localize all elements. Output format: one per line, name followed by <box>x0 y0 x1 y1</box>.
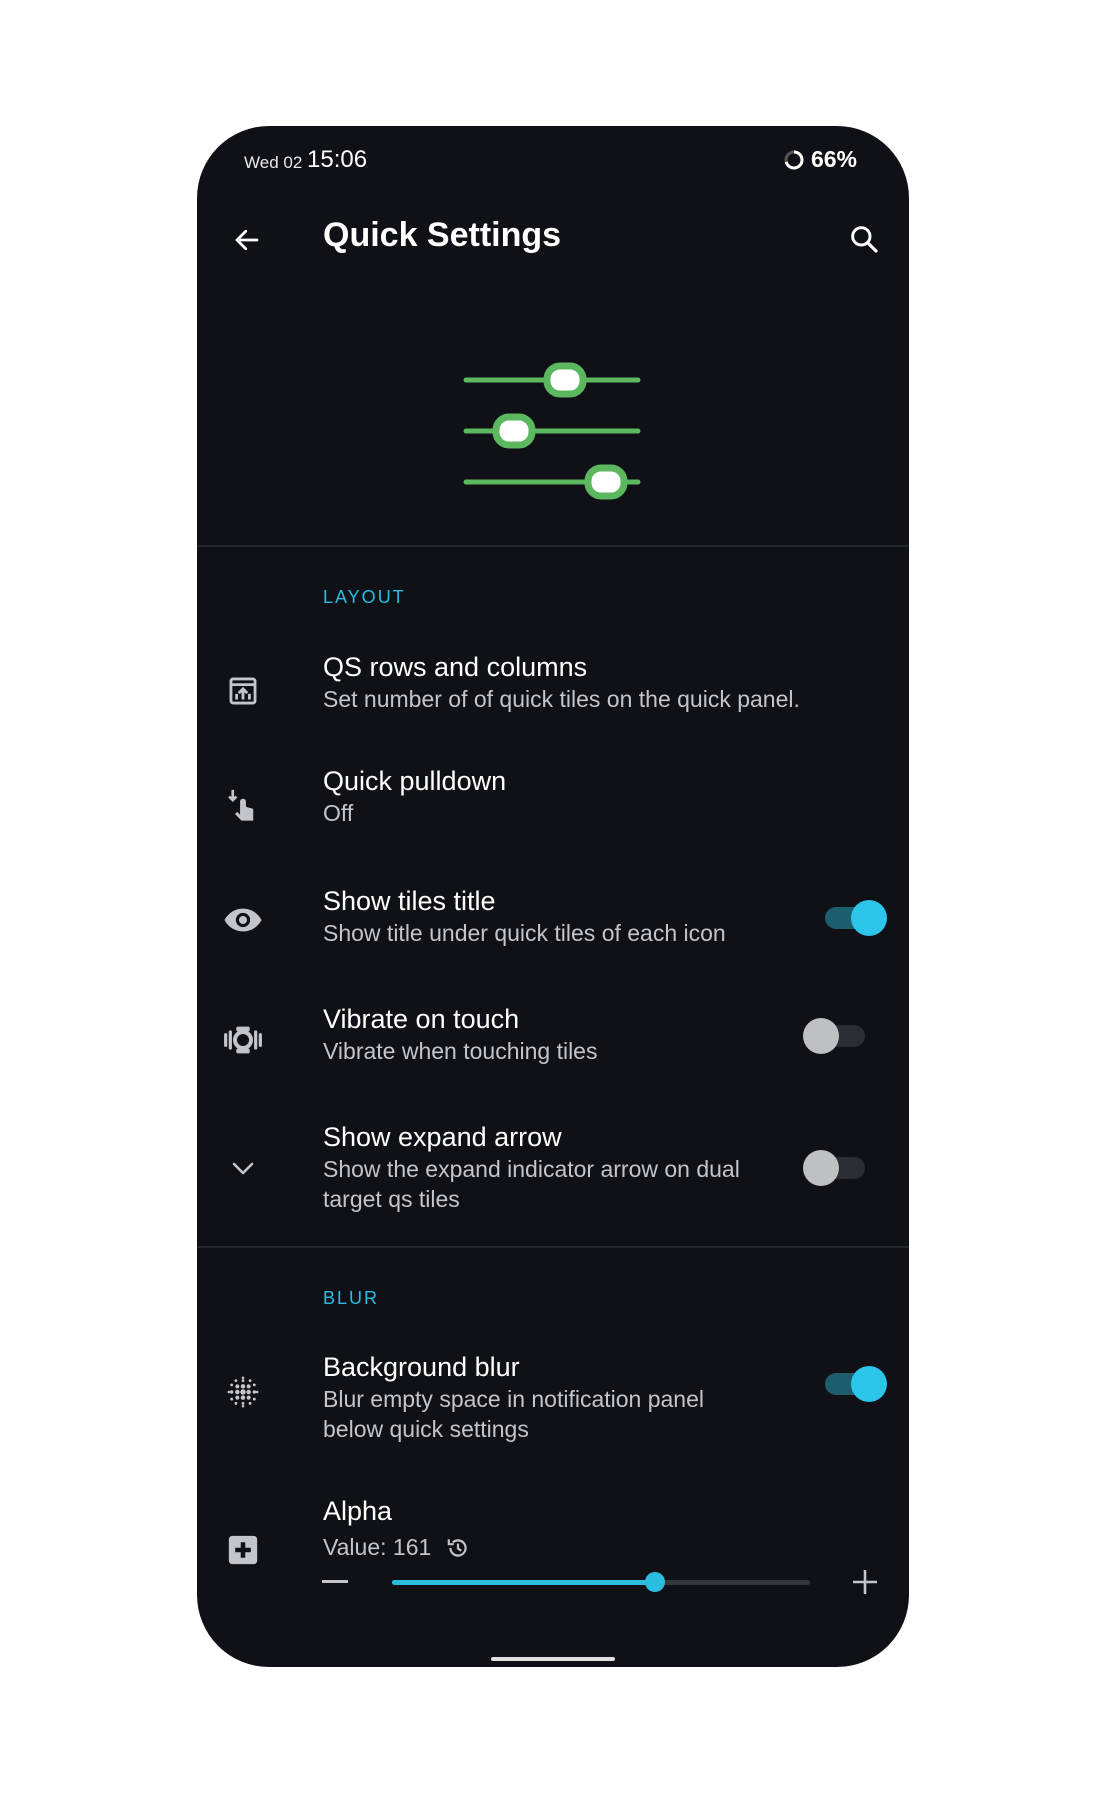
divider <box>197 545 909 547</box>
toggle-thumb <box>803 1018 839 1054</box>
setting-subtitle: Show title under quick tiles of each ico… <box>323 920 726 946</box>
setting-subtitle: Set number of of quick tiles on the quic… <box>323 686 800 712</box>
slider-thumb[interactable] <box>645 1572 665 1592</box>
setting-subtitle: Vibrate when touching tiles <box>323 1038 598 1064</box>
app-bar: Quick Settings <box>197 190 909 288</box>
minus-icon <box>322 1580 348 1583</box>
plus-icon <box>853 1570 877 1594</box>
background-blur-toggle[interactable] <box>821 1366 887 1402</box>
vibrate-on-touch-toggle[interactable] <box>803 1018 869 1054</box>
tiles-grid-icon <box>223 671 263 711</box>
setting-title: Background blur <box>323 1352 520 1382</box>
setting-subtitle: Off <box>323 800 354 826</box>
status-right: 66% <box>783 146 857 173</box>
toggle-thumb <box>851 900 887 936</box>
phone-screen: Wed 02 15:06 66% Quick Settings LAYOUT Q… <box>197 126 909 1667</box>
divider <box>197 1246 909 1248</box>
setting-title: Show tiles title <box>323 886 496 916</box>
setting-background-blur[interactable]: Background blur Blur empty space in noti… <box>197 1338 909 1458</box>
setting-subtitle: Show the expand indicator arrow on dual … <box>323 1156 740 1212</box>
section-header-layout: LAYOUT <box>323 587 406 607</box>
section-header-blur: BLUR <box>323 1288 380 1308</box>
search-icon <box>851 226 878 253</box>
page-title: Quick Settings <box>323 216 562 254</box>
setting-title: Show expand arrow <box>323 1122 562 1152</box>
blur-icon <box>223 1372 263 1412</box>
setting-subtitle: Blur empty space in notification panel b… <box>323 1386 704 1442</box>
back-arrow-icon <box>235 229 259 251</box>
toggle-thumb <box>803 1150 839 1186</box>
setting-vibrate-on-touch[interactable]: Vibrate on touch Vibrate when touching t… <box>197 990 909 1100</box>
toggle-thumb <box>851 1366 887 1402</box>
plus-box-icon <box>223 1530 263 1570</box>
sliders-illustration <box>463 362 641 500</box>
setting-quick-pulldown[interactable]: Quick pulldown Off <box>197 754 909 864</box>
vibrate-icon <box>223 1020 263 1060</box>
hero-illustration <box>197 288 909 675</box>
setting-title: QS rows and columns <box>323 652 588 682</box>
status-time: 15:06 <box>307 146 368 173</box>
setting-show-expand-arrow[interactable]: Show expand arrow Show the expand indica… <box>197 1108 909 1228</box>
eye-icon <box>223 900 263 940</box>
battery-percent: 66% <box>810 146 857 172</box>
show-tiles-title-toggle[interactable] <box>821 900 887 936</box>
setting-title: Quick pulldown <box>323 766 507 796</box>
setting-title: Alpha <box>323 1496 393 1526</box>
slider-fill <box>392 1580 655 1585</box>
battery-ring-icon <box>784 150 804 169</box>
alpha-slider[interactable] <box>392 1572 810 1592</box>
alpha-value-text: Value: 161 <box>323 1534 432 1560</box>
decrease-button[interactable] <box>321 1568 349 1596</box>
home-indicator[interactable] <box>491 1657 615 1661</box>
search-button[interactable] <box>841 216 887 262</box>
setting-qs-rows-columns[interactable]: QS rows and columns Set number of of qui… <box>197 638 909 748</box>
setting-alpha: Alpha Value: 161 <box>197 1484 909 1614</box>
status-bar: Wed 02 15:06 66% <box>197 126 909 190</box>
increase-button[interactable] <box>849 1566 881 1598</box>
reset-icon[interactable] <box>445 1535 471 1561</box>
setting-show-tiles-title[interactable]: Show tiles title Show title under quick … <box>197 872 909 982</box>
show-expand-arrow-toggle[interactable] <box>803 1150 869 1186</box>
alpha-value-label: Value: 161 <box>323 1534 471 1561</box>
chevron-down-icon <box>223 1148 263 1188</box>
touch-pulldown-icon <box>223 786 263 826</box>
status-date: Wed 02 <box>244 153 303 172</box>
back-button[interactable] <box>225 218 269 262</box>
setting-title: Vibrate on touch <box>323 1004 520 1034</box>
